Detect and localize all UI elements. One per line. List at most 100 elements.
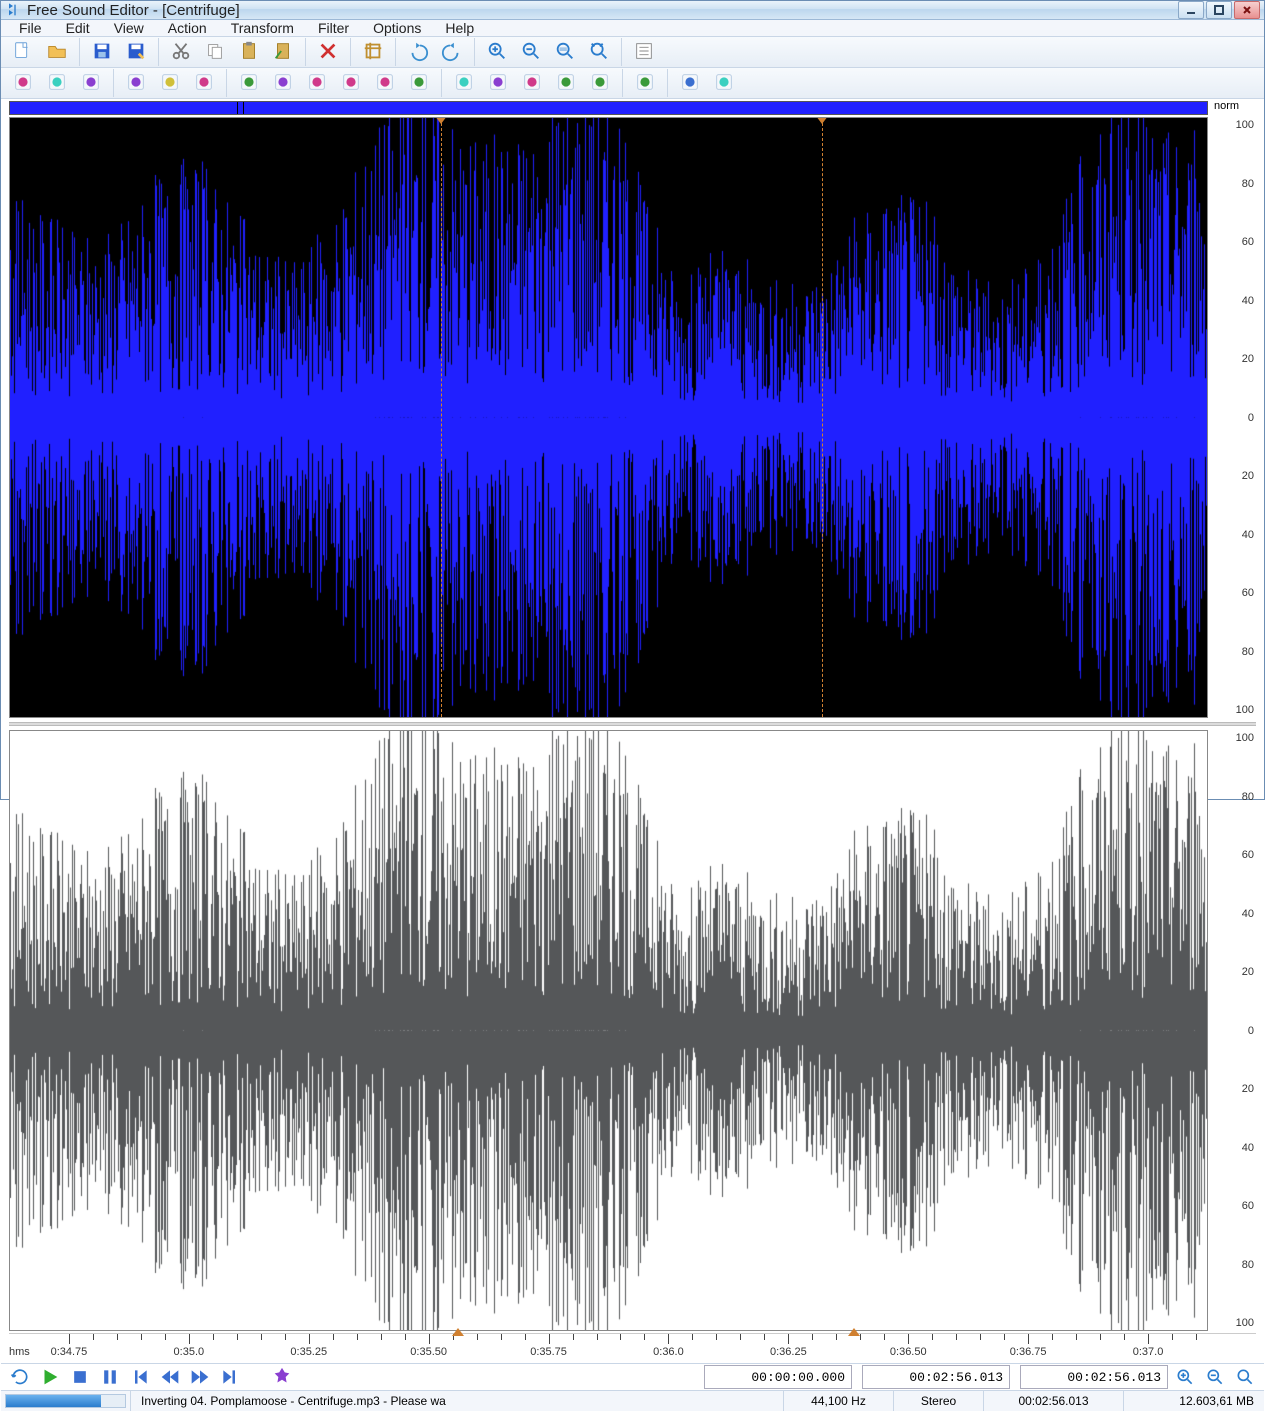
ripple-button[interactable]	[550, 68, 582, 98]
mixer-icon	[159, 71, 181, 96]
time-label: 0:36.50	[890, 1346, 927, 1358]
cloud-button[interactable]	[516, 68, 548, 98]
track-splitter[interactable]	[9, 722, 1256, 726]
menu-edit[interactable]: Edit	[54, 20, 102, 36]
cut-button[interactable]	[165, 37, 197, 67]
copy-button[interactable]	[199, 37, 231, 67]
scale-tick: 40	[1214, 908, 1254, 920]
effect1-button[interactable]	[41, 68, 73, 98]
picture-icon	[487, 71, 509, 96]
open-file-button[interactable]	[41, 37, 73, 67]
close-button[interactable]	[1234, 1, 1260, 19]
export-button[interactable]	[188, 68, 220, 98]
zoom-full-icon	[588, 40, 610, 65]
export-icon	[193, 71, 215, 96]
record-icon	[125, 71, 147, 96]
scale-tick: 0	[1214, 1025, 1254, 1037]
waveform-right[interactable]	[9, 730, 1208, 1331]
paste-button[interactable]	[233, 37, 265, 67]
undo-button[interactable]	[402, 37, 434, 67]
effect2-button[interactable]	[75, 68, 107, 98]
marker-button[interactable]	[269, 1364, 295, 1390]
menu-options[interactable]: Options	[361, 20, 433, 36]
scale-tick: 40	[1214, 529, 1254, 541]
filter-button[interactable]	[403, 68, 435, 98]
record-button[interactable]	[120, 68, 152, 98]
scale-tick: 100	[1214, 1317, 1254, 1329]
timer-button[interactable]	[448, 68, 480, 98]
paste-mix-button[interactable]	[267, 37, 299, 67]
amplify-button[interactable]	[233, 68, 265, 98]
tool-a-button[interactable]	[629, 68, 661, 98]
menu-filter[interactable]: Filter	[306, 20, 361, 36]
mixer-button[interactable]	[154, 68, 186, 98]
overview-bar[interactable]	[9, 101, 1208, 115]
zoom-selection-icon	[554, 40, 576, 65]
tool-a-icon	[634, 71, 656, 96]
window-title: Free Sound Editor - [Centrifuge]	[27, 2, 1178, 19]
picture-button[interactable]	[482, 68, 514, 98]
group-button[interactable]	[584, 68, 616, 98]
redo-button[interactable]	[436, 37, 468, 67]
menu-action[interactable]: Action	[156, 20, 219, 36]
maximize-button[interactable]	[1206, 1, 1232, 19]
scale-tick: 100	[1214, 119, 1254, 131]
delete-button[interactable]	[312, 37, 344, 67]
stop-button[interactable]	[67, 1364, 93, 1390]
crop-button[interactable]	[357, 37, 389, 67]
menu-help[interactable]: Help	[433, 20, 486, 36]
save-button[interactable]	[86, 37, 118, 67]
scale-tick: 100	[1214, 704, 1254, 716]
time-ruler[interactable]: 0:34.750:35.00:35.250:35.500:35.750:36.0…	[9, 1333, 1256, 1363]
new-file-button[interactable]	[7, 37, 39, 67]
tool-b-icon	[679, 71, 701, 96]
tool-b-button[interactable]	[674, 68, 706, 98]
workarea: norm 10080604020020406080100 10080604020…	[1, 99, 1264, 1363]
toolbar-effects	[1, 68, 1264, 99]
toolbar-separator	[305, 38, 306, 66]
scale-tick: 60	[1214, 849, 1254, 861]
zoom-in-button[interactable]	[481, 37, 513, 67]
mute-button[interactable]	[335, 68, 367, 98]
amplify-icon	[238, 71, 260, 96]
zoom-out-icon	[520, 40, 542, 65]
pause-button[interactable]	[97, 1364, 123, 1390]
time-label: 0:35.50	[410, 1346, 447, 1358]
menu-file[interactable]: File	[7, 20, 54, 36]
forward-button[interactable]	[187, 1364, 213, 1390]
select-all-button[interactable]	[7, 68, 39, 98]
time-selection-end: 00:02:56.013	[862, 1365, 1010, 1389]
cut-icon	[170, 40, 192, 65]
scale-tick: 80	[1214, 646, 1254, 658]
copy-icon	[204, 40, 226, 65]
delete-icon	[317, 40, 339, 65]
zoom-out-time-button[interactable]	[1202, 1364, 1228, 1390]
time-label: 0:35.25	[290, 1346, 327, 1358]
zoom-fit-time-button[interactable]	[1232, 1364, 1258, 1390]
save-as-button[interactable]	[120, 37, 152, 67]
loop-button[interactable]	[7, 1364, 33, 1390]
filter-icon	[408, 71, 430, 96]
menu-transform[interactable]: Transform	[219, 20, 306, 36]
eq-button[interactable]	[301, 68, 333, 98]
skip-end-button[interactable]	[217, 1364, 243, 1390]
skip-start-button[interactable]	[127, 1364, 153, 1390]
time-label: 0:37.0	[1133, 1346, 1164, 1358]
fade-button[interactable]	[267, 68, 299, 98]
minimize-button[interactable]	[1178, 1, 1204, 19]
zoom-in-time-button[interactable]	[1172, 1364, 1198, 1390]
zoom-selection-button[interactable]	[549, 37, 581, 67]
tool-c-button[interactable]	[708, 68, 740, 98]
crossfade-button[interactable]	[369, 68, 401, 98]
zoom-out-button[interactable]	[515, 37, 547, 67]
timer-icon	[453, 71, 475, 96]
crop-icon	[362, 40, 384, 65]
statusbar: Inverting 04. Pomplamoose - Centrifuge.m…	[1, 1390, 1264, 1411]
time-position: 00:00:00.000	[704, 1365, 852, 1389]
properties-button[interactable]	[628, 37, 660, 67]
menu-view[interactable]: View	[102, 20, 156, 36]
waveform-left[interactable]	[9, 117, 1208, 718]
zoom-full-button[interactable]	[583, 37, 615, 67]
rewind-button[interactable]	[157, 1364, 183, 1390]
play-button[interactable]	[37, 1364, 63, 1390]
